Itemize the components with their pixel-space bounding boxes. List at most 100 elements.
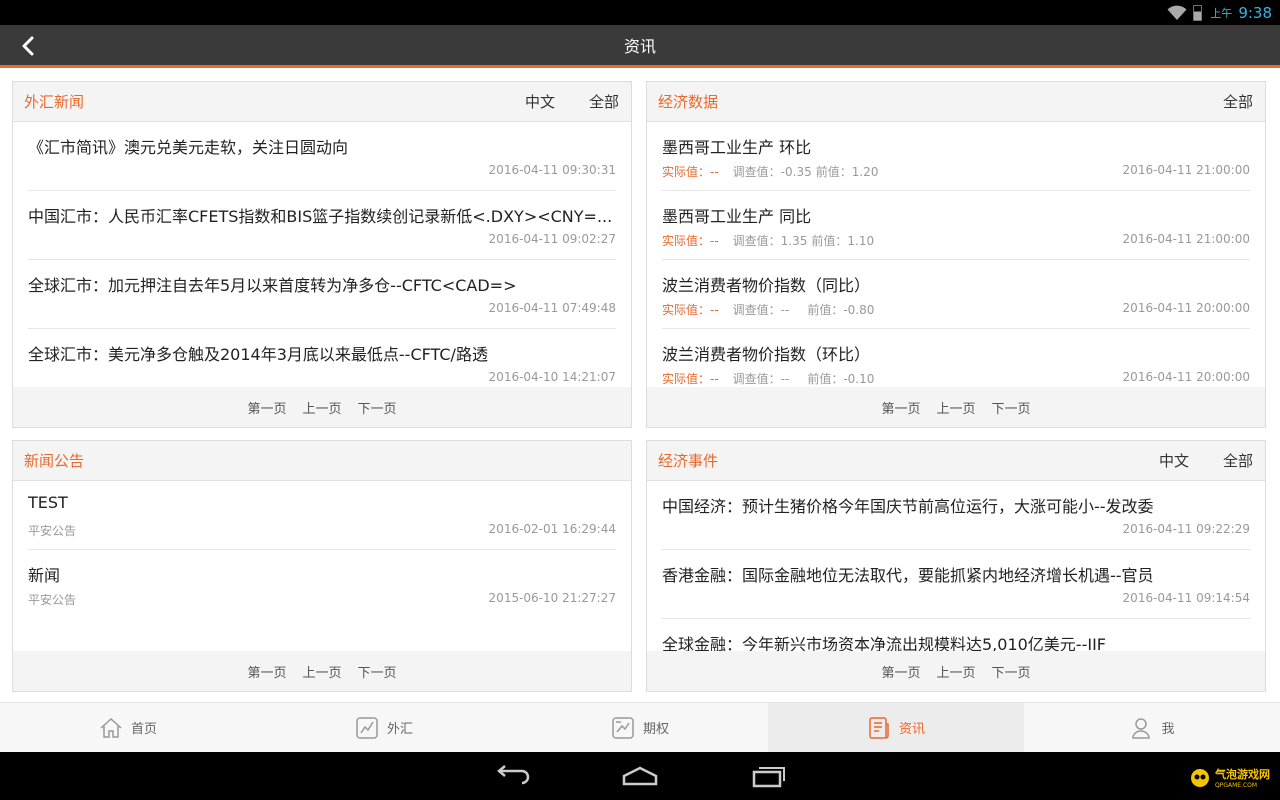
previous-value: 前值：1.20 [815,165,879,179]
previous-value: 前值：-0.80 [807,303,875,317]
filter-all[interactable]: 全部 [1223,450,1253,471]
event-item[interactable]: 香港金融：国际金融地位无法取代，要能抓紧内地经济增长机遇--官员 2016-04… [662,550,1250,619]
pager-next-button[interactable]: 下一页 [992,662,1031,681]
expected-value: 调查值：1.35 [732,234,808,248]
news-title: 全球汇市：美元净多仓触及2014年3月底以来最低点--CFTC/路透 [28,345,488,364]
data-item[interactable]: 墨西哥工业生产 同比 实际值：-- 调查值：1.35 前值：1.10 2016-04… [662,191,1250,260]
content-area: 外汇新闻 中文 全部 《汇市简讯》澳元兑美元走软，关注日圆动向 2016-04-… [0,71,1280,702]
announcements-header: 新闻公告 [13,441,631,481]
tab-me[interactable]: 我 [1024,703,1280,752]
event-date: 2016-04-11 09:14:54 [1122,591,1250,605]
econ-data-panel: 经济数据 全部 墨西哥工业生产 环比 实际值：-- 调查值：-0.35 前值：1.2… [646,81,1266,428]
tab-home[interactable]: 首页 [0,703,256,752]
watermark: 气泡游戏网 QPGAME.COM [1189,766,1270,789]
event-item[interactable]: 中国经济：预计生猪价格今年国庆节前高位运行，大涨可能小--发改委 2016-04… [662,481,1250,550]
title-bar: 资讯 [0,25,1280,68]
pager-prev-button[interactable]: 上一页 [302,662,341,681]
announcement-item[interactable]: TEST 平安公告 2016-02-01 16:29:44 [28,481,616,550]
pager-first-button[interactable]: 第一页 [247,662,286,681]
news-title: 中国汇市：人民币汇率CFETS指数和BIS篮子指数续创记录新低<.DXY><CN… [28,207,613,226]
bottom-tab-bar: 首页 外汇 期权 资讯 我 [0,702,1280,752]
system-nav-bar [0,752,1280,800]
announcement-source: 平安公告 [28,524,77,538]
expected-value: 调查值：-0.35 [732,165,812,179]
news-item[interactable]: 全球汇市：加元押注自去年5月以来首度转为净多仓--CFTC<CAD=> 2016… [28,260,616,329]
announcements-panel: 新闻公告 TEST 平安公告 2016-02-01 16:29:44 新闻 平安… [12,440,632,692]
pager-first-button[interactable]: 第一页 [881,662,920,681]
watermark-sub: QPGAME.COM [1215,782,1258,789]
pager-first-button[interactable]: 第一页 [881,398,920,417]
econ-data-title: 经济数据 [658,93,719,111]
data-title: 波兰消费者物价指数（环比） [662,345,871,364]
filter-language[interactable]: 中文 [1159,450,1189,471]
battery-icon [1193,4,1203,21]
filter-language[interactable]: 中文 [525,91,555,112]
tab-label: 资讯 [898,722,925,737]
pager: 第一页 上一页 下一页 [13,651,631,691]
tab-options[interactable]: 期权 [512,703,768,752]
news-title: 全球汇市：加元押注自去年5月以来首度转为净多仓--CFTC<CAD=> [28,276,517,295]
news-date: 2016-04-11 09:30:31 [488,163,616,177]
announcements-title: 新闻公告 [24,452,85,470]
forex-news-panel: 外汇新闻 中文 全部 《汇市简讯》澳元兑美元走软，关注日圆动向 2016-04-… [12,81,632,428]
pager-next-button[interactable]: 下一页 [358,662,397,681]
event-date: 2016-04-11 09:22:29 [1122,522,1250,536]
announcement-date: 2015-06-10 21:27:27 [488,591,616,605]
data-date: 2016-04-11 21:00:00 [1122,163,1250,177]
watermark-text: 气泡游戏网 [1215,768,1270,781]
pager-next-button[interactable]: 下一页 [358,398,397,417]
tab-label: 首页 [130,722,157,737]
actual-value: 实际值：-- [662,372,719,386]
filter-all[interactable]: 全部 [589,91,619,112]
pager-next-button[interactable]: 下一页 [992,398,1031,417]
forex-news-title: 外汇新闻 [24,93,85,111]
data-values: 实际值：-- 调查值：-- 前值：-0.80 [662,301,874,318]
data-item[interactable]: 波兰消费者物价指数（同比） 实际值：-- 调查值：-- 前值：-0.80 2016-… [662,260,1250,329]
news-date: 2016-04-10 14:21:07 [488,370,616,384]
data-date: 2016-04-11 21:00:00 [1122,232,1250,246]
status-bar: 上午 9:38 [0,0,1280,25]
status-time: 9:38 [1238,3,1272,22]
announcement-item[interactable]: 新闻 平安公告 2015-06-10 21:27:27 [28,550,616,619]
page-title: 资讯 [623,37,656,56]
news-icon [869,716,889,739]
econ-events-panel: 经济事件 中文 全部 中国经济：预计生猪价格今年国庆节前高位运行，大涨可能小--… [646,440,1266,692]
pager-prev-button[interactable]: 上一页 [936,398,975,417]
econ-events-header: 经济事件 中文 全部 [647,441,1265,481]
forex-news-header: 外汇新闻 中文 全部 [13,82,631,122]
tab-forex[interactable]: 外汇 [256,703,512,752]
event-title: 香港金融：国际金融地位无法取代，要能抓紧内地经济增长机遇--官员 [662,566,1154,585]
expected-value: 调查值：-- [732,303,790,317]
announcement-title: 新闻 [28,566,61,585]
home-nav-icon[interactable] [622,764,658,788]
data-title: 墨西哥工业生产 环比 [662,138,812,157]
announcement-source: 平安公告 [28,593,77,607]
data-item[interactable]: 墨西哥工业生产 环比 实际值：-- 调查值：-0.35 前值：1.20 2016-0… [662,122,1250,191]
announcement-title: TEST [28,493,68,512]
news-item[interactable]: 中国汇市：人民币汇率CFETS指数和BIS篮子指数续创记录新低<.DXY><CN… [28,191,616,260]
user-icon [1132,717,1151,739]
pager-prev-button[interactable]: 上一页 [302,398,341,417]
options-chart-icon [612,716,634,739]
event-title: 中国经济：预计生猪价格今年国庆节前高位运行，大涨可能小--发改委 [662,497,1154,516]
watermark-logo-icon [1191,768,1209,787]
tab-news[interactable]: 资讯 [768,703,1024,752]
filter-all[interactable]: 全部 [1223,91,1253,112]
tab-label: 外汇 [386,722,413,737]
data-date: 2016-04-11 20:00:00 [1122,370,1250,384]
announcement-date: 2016-02-01 16:29:44 [488,522,616,536]
actual-value: 实际值：-- [662,165,719,179]
pager-first-button[interactable]: 第一页 [247,398,286,417]
tab-label: 我 [1161,722,1175,737]
pager-prev-button[interactable]: 上一页 [936,662,975,681]
news-item[interactable]: 《汇市简讯》澳元兑美元走软，关注日圆动向 2016-04-11 09:30:31 [28,122,616,191]
recent-apps-icon[interactable] [750,764,786,788]
data-values: 实际值：-- 调查值：-0.35 前值：1.20 [662,163,878,180]
pager: 第一页 上一页 下一页 [647,387,1265,427]
back-icon[interactable] [494,764,530,788]
data-date: 2016-04-11 20:00:00 [1122,301,1250,315]
pager: 第一页 上一页 下一页 [13,387,631,427]
previous-value: 前值：1.10 [811,234,875,248]
data-title: 波兰消费者物价指数（同比） [662,276,871,295]
back-arrow-icon[interactable] [18,35,40,57]
